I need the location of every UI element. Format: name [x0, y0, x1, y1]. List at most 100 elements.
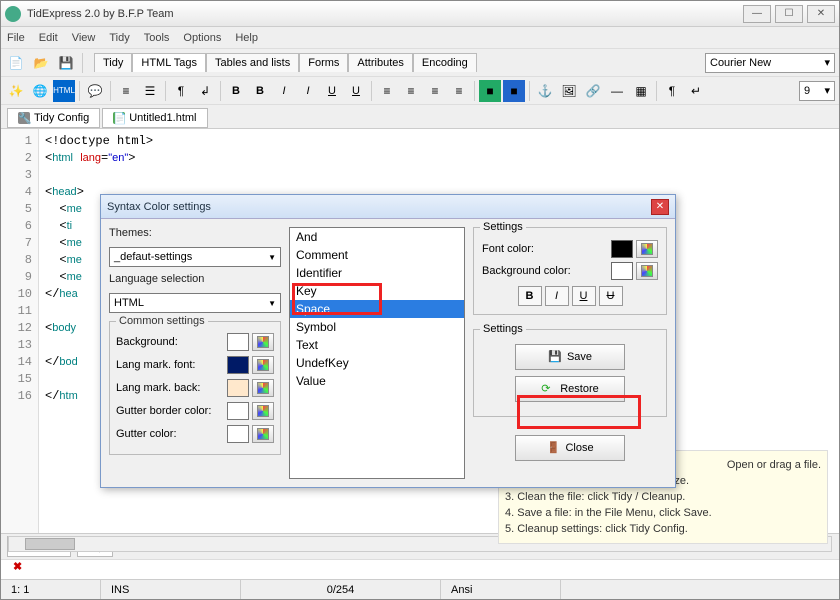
align-right-icon[interactable]: ≡: [424, 80, 446, 102]
tab-tables[interactable]: Tables and lists: [206, 53, 299, 72]
underline-icon[interactable]: U: [321, 80, 343, 102]
language-combo[interactable]: HTML▼: [109, 293, 281, 313]
token-listbox[interactable]: And Comment Identifier Key Space Symbol …: [289, 227, 465, 479]
restore-icon: ⟳: [541, 382, 555, 396]
italic-toggle[interactable]: I: [545, 286, 569, 306]
status-pos: 1: 1: [1, 580, 101, 599]
list-item[interactable]: Text: [290, 336, 464, 354]
maximize-button[interactable]: ☐: [775, 5, 803, 23]
save-icon[interactable]: 💾: [55, 52, 77, 74]
list-item[interactable]: Symbol: [290, 318, 464, 336]
tab-encoding[interactable]: Encoding: [413, 53, 477, 72]
align-justify-icon[interactable]: ≡: [448, 80, 470, 102]
file-tabs: 🔧Tidy Config 📄Untitled1.html: [1, 105, 839, 129]
menu-help[interactable]: Help: [235, 32, 258, 44]
italic2-icon[interactable]: I: [297, 80, 319, 102]
guttercolor-swatch[interactable]: [227, 425, 249, 443]
langback-picker-icon[interactable]: [252, 379, 274, 397]
save-button[interactable]: 💾Save: [515, 344, 625, 370]
minimize-button[interactable]: —: [743, 5, 771, 23]
toolbar-2: ✨ 🌐 HTML 💬 ≡ ☰ ¶ ↲ B B I I U U ≡ ≡ ≡ ≡ ■…: [1, 77, 839, 105]
common-settings-group: Common settings Background: Lang mark. f…: [109, 321, 281, 455]
themes-combo[interactable]: _defaut-settings▼: [109, 247, 281, 267]
font-size-input[interactable]: 9▾: [799, 81, 835, 101]
tab-forms[interactable]: Forms: [299, 53, 348, 72]
tab-untitled[interactable]: 📄Untitled1.html: [102, 108, 207, 128]
list-item[interactable]: UndefKey: [290, 354, 464, 372]
langfont-picker-icon[interactable]: [252, 356, 274, 374]
menu-options[interactable]: Options: [183, 32, 221, 44]
restore-button[interactable]: ⟳Restore: [515, 376, 625, 402]
list-icon[interactable]: ≡: [115, 80, 137, 102]
gutterborder-picker-icon[interactable]: [252, 402, 274, 420]
status-enc: Ansi: [441, 580, 561, 599]
langfont-swatch[interactable]: [227, 356, 249, 374]
menu-edit[interactable]: Edit: [39, 32, 58, 44]
list-item-selected[interactable]: Space: [290, 300, 464, 318]
bg-picker-icon[interactable]: [252, 333, 274, 351]
pilcrow2-icon[interactable]: ¶: [661, 80, 683, 102]
bgcolor-picker-icon[interactable]: [636, 262, 658, 280]
list-item[interactable]: Value: [290, 372, 464, 390]
italic-icon[interactable]: I: [273, 80, 295, 102]
underline-toggle[interactable]: U: [572, 286, 596, 306]
fontcolor-picker-icon[interactable]: [636, 240, 658, 258]
langback-swatch[interactable]: [227, 379, 249, 397]
menu-file[interactable]: File: [7, 32, 25, 44]
menu-tools[interactable]: Tools: [144, 32, 170, 44]
html-icon[interactable]: HTML: [53, 80, 75, 102]
font-select[interactable]: Courier New▾: [705, 53, 835, 73]
pilcrow-icon[interactable]: ¶: [170, 80, 192, 102]
map-icon[interactable]: ▦: [630, 80, 652, 102]
comment-icon[interactable]: 💬: [84, 80, 106, 102]
list-item[interactable]: And: [290, 228, 464, 246]
align-left-icon[interactable]: ≡: [376, 80, 398, 102]
fontcolor-swatch[interactable]: [611, 240, 633, 258]
color2-icon[interactable]: ■: [503, 80, 525, 102]
underline2-icon[interactable]: U: [345, 80, 367, 102]
bgcolor-swatch[interactable]: [611, 262, 633, 280]
titlebar: TidExpress 2.0 by B.F.P Team — ☐ ✕: [1, 1, 839, 27]
list-item[interactable]: Key: [290, 282, 464, 300]
tab-html-tags[interactable]: HTML Tags: [132, 53, 206, 72]
tab-attributes[interactable]: Attributes: [348, 53, 412, 72]
list2-icon[interactable]: ☰: [139, 80, 161, 102]
strike-toggle[interactable]: U: [599, 286, 623, 306]
app-icon: [5, 6, 21, 22]
new-file-icon[interactable]: 📄: [5, 52, 27, 74]
menu-view[interactable]: View: [72, 32, 96, 44]
error-bar: ✖: [1, 559, 839, 579]
anchor-icon[interactable]: ⚓: [534, 80, 556, 102]
bold-icon[interactable]: B: [225, 80, 247, 102]
close-dialog-button[interactable]: 🚪Close: [515, 435, 625, 461]
align-center-icon[interactable]: ≡: [400, 80, 422, 102]
window-title: TidExpress 2.0 by B.F.P Team: [27, 8, 743, 20]
close-button[interactable]: ✕: [807, 5, 835, 23]
bg-swatch[interactable]: [227, 333, 249, 351]
dialog-close-icon[interactable]: ✕: [651, 199, 669, 215]
bold-toggle[interactable]: B: [518, 286, 542, 306]
wand-icon[interactable]: ✨: [5, 80, 27, 102]
bold2-icon[interactable]: B: [249, 80, 271, 102]
color1-icon[interactable]: ■: [479, 80, 501, 102]
guttercolor-picker-icon[interactable]: [252, 425, 274, 443]
tab-tidy[interactable]: Tidy: [94, 53, 132, 72]
save-icon: 💾: [548, 350, 562, 364]
list-item[interactable]: Comment: [290, 246, 464, 264]
open-folder-icon[interactable]: 📂: [30, 52, 52, 74]
door-icon: 🚪: [546, 441, 560, 455]
ribbon-tabs: Tidy HTML Tags Tables and lists Forms At…: [94, 53, 477, 72]
gutterborder-swatch[interactable]: [227, 402, 249, 420]
list-item[interactable]: Identifier: [290, 264, 464, 282]
menu-tidy[interactable]: Tidy: [109, 32, 129, 44]
image-icon[interactable]: 🖼: [558, 80, 580, 102]
break-icon[interactable]: ↵: [685, 80, 707, 102]
toolbar-1: 📄 📂 💾 Tidy HTML Tags Tables and lists Fo…: [1, 49, 839, 77]
status-bytes: 0/254: [241, 580, 441, 599]
link-icon[interactable]: 🔗: [582, 80, 604, 102]
world-icon[interactable]: 🌐: [29, 80, 51, 102]
tab-tidy-config[interactable]: 🔧Tidy Config: [7, 108, 100, 128]
arrow-icon[interactable]: ↲: [194, 80, 216, 102]
hr-icon[interactable]: —: [606, 80, 628, 102]
menubar: File Edit View Tidy Tools Options Help: [1, 27, 839, 49]
